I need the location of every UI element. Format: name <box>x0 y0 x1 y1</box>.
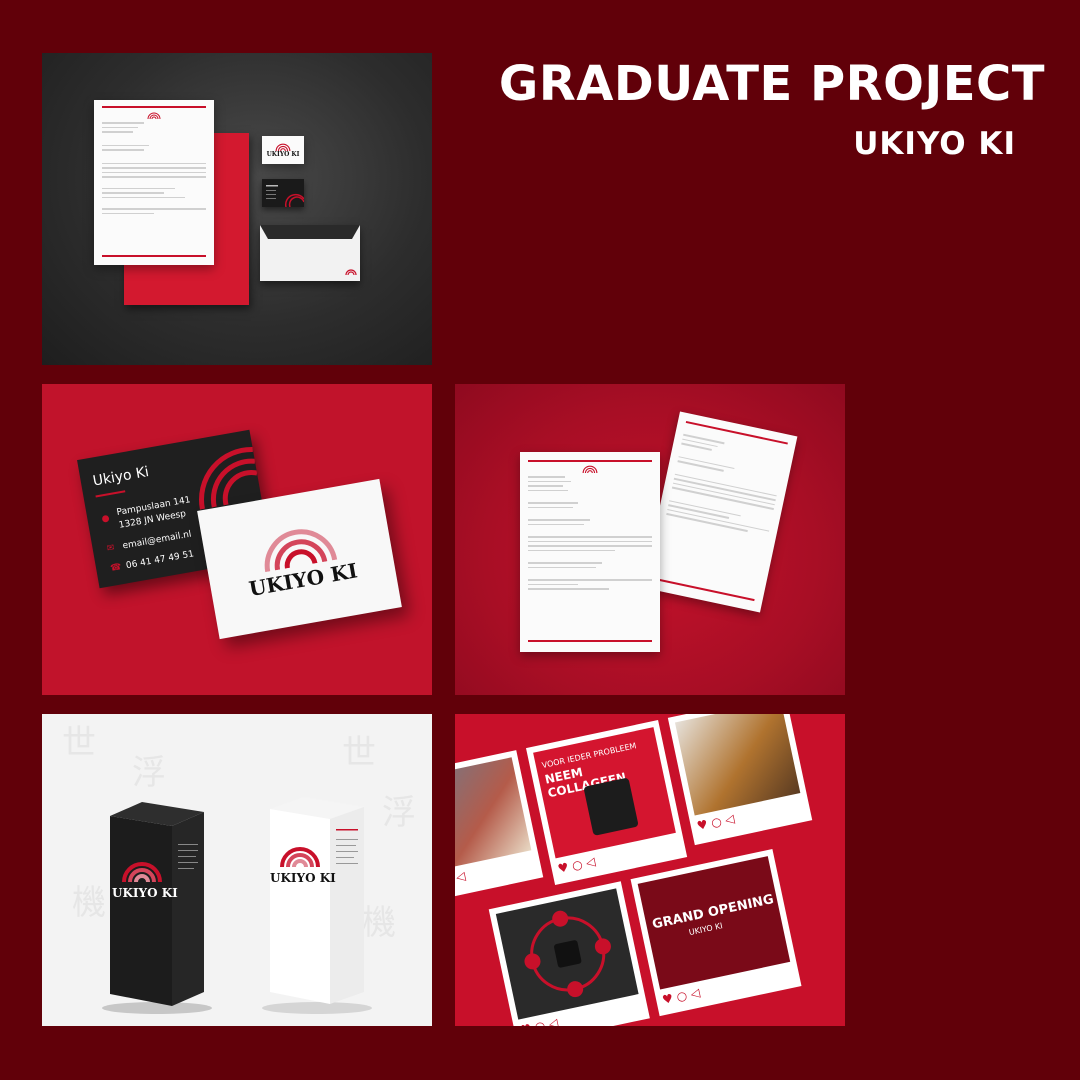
svg-text:機: 機 <box>72 883 106 923</box>
business-card-front: UKIYO KI <box>262 136 304 164</box>
logo-arches-icon <box>266 185 305 208</box>
logo-arches-icon <box>275 143 291 151</box>
background-kanji-pattern: 世 浮 世 浮 機 機 <box>62 723 416 943</box>
svg-text:世: 世 <box>342 733 376 773</box>
social-post-infographic: ♥ ○ ◁ <box>488 881 650 1026</box>
stationery-mockup: UKIYO KI <box>42 53 432 365</box>
logo-text: UKIYO KI <box>266 150 300 158</box>
packaging-mockup: 世 浮 世 浮 機 機 UKIYO KI UKIYO KI <box>42 714 432 1026</box>
email-icon: ✉ <box>106 543 116 555</box>
envelope <box>260 225 360 281</box>
box-logo-text: UKIYO KI <box>270 871 336 885</box>
phone-icon: ☎ <box>109 562 123 574</box>
svg-text:浮: 浮 <box>382 793 416 833</box>
card-name: Ukiyo Ki <box>91 464 151 490</box>
box-logo-text: UKIYO KI <box>112 886 178 900</box>
social-post-photo: ♥ ○ ◁ <box>667 714 813 846</box>
business-card-mockup: Ukiyo Ki ● Pampuslaan 141 1328 JN Weesp … <box>42 384 432 695</box>
product-jar <box>583 777 639 836</box>
white-product-box <box>262 797 372 1014</box>
letterhead-sheet-front <box>520 452 660 652</box>
logo-arches-icon <box>582 465 598 473</box>
logo-arches-icon <box>199 446 258 510</box>
social-post-photo: ♥ ○ ◁ <box>455 750 544 903</box>
letterhead-sheet-back <box>642 411 798 613</box>
card-email: email@email.nl <box>121 529 193 552</box>
benefits-circle-icon <box>524 910 611 998</box>
svg-text:浮: 浮 <box>132 753 166 793</box>
svg-text:世: 世 <box>62 723 96 763</box>
social-media-mockup: ♥ ○ ◁ VOOR IEDER PROBLEEM NEEM COLLAGEEN… <box>455 714 845 1026</box>
letterhead-sheet <box>94 100 214 265</box>
location-icon: ● <box>100 513 111 525</box>
letterhead-mockup <box>455 384 845 695</box>
social-post-collagen: VOOR IEDER PROBLEEM NEEM COLLAGEEN ♥ ○ ◁ <box>525 720 688 886</box>
card-phone: 06 41 47 49 51 <box>125 549 195 572</box>
project-name: UKIYO KI <box>853 126 1016 162</box>
social-post-grand-opening: GRAND OPENING UKIYO KI ♥ ○ ◁ <box>630 849 802 1017</box>
black-product-box <box>102 802 212 1014</box>
logo-arches-icon <box>147 112 161 119</box>
page-title: GRADUATE PROJECT <box>498 56 1045 112</box>
business-card-back <box>262 179 305 208</box>
